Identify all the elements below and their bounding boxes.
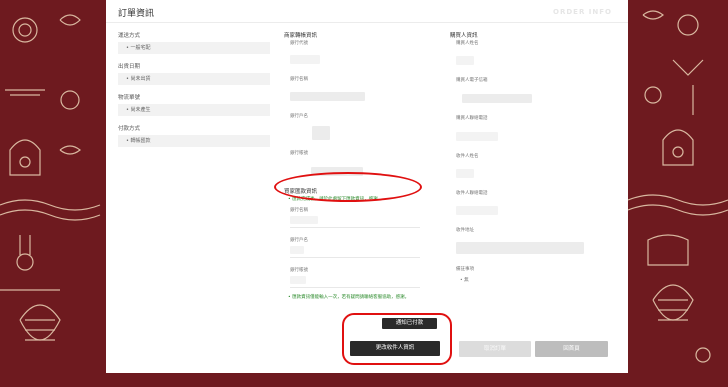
tracking-number-label: 物流單號 <box>118 95 141 101</box>
home-button[interactable]: 回首頁 <box>535 341 608 357</box>
page-title: 訂單資訊 <box>118 9 155 19</box>
remarks-value: • 無 <box>460 278 469 283</box>
merchant-account-number-label: 銀行帳號 <box>290 151 308 156</box>
buyer-bank-name-input[interactable] <box>290 216 420 228</box>
merchant-bank-title: 商家轉帳資訊 <box>284 33 318 39</box>
left-decoration <box>0 0 105 387</box>
buyer-phone-label: 購買人聯絡電話 <box>456 116 488 121</box>
buyer-name-value <box>456 56 474 65</box>
ship-date-label: 出貨日期 <box>118 64 141 70</box>
actions-highlight <box>342 313 452 365</box>
buyer-info-title: 購買人資訊 <box>450 33 478 39</box>
right-decoration <box>623 0 728 387</box>
order-info-card: 訂單資訊 ORDER INFO 運送方式 • 一般宅配 出貨日期 • 尚未出貨 … <box>106 0 628 373</box>
recipient-name-value <box>456 169 474 178</box>
title-watermark: ORDER INFO <box>553 8 612 16</box>
buyer-bank-name-label: 銀行名稱 <box>290 208 308 213</box>
buyer-email-value <box>462 94 532 103</box>
recipient-address-value <box>456 242 584 254</box>
merchant-bank-code-label: 銀行代號 <box>290 41 308 46</box>
header-divider <box>106 22 628 23</box>
payment-method-group: 付款方式 • 轉帳匯款 <box>118 125 270 147</box>
buyer-bank-highlight <box>274 172 422 202</box>
buyer-name-label: 購買人姓名 <box>456 41 479 46</box>
buyer-account-holder-input[interactable] <box>290 246 420 258</box>
merchant-account-holder-value <box>312 126 330 140</box>
merchant-bank-name-value <box>290 92 365 101</box>
buyer-email-label: 購買人電子信箱 <box>456 78 488 83</box>
recipient-address-label: 收件地址 <box>456 228 474 233</box>
remarks-label: 備註事項 <box>456 267 474 272</box>
recipient-name-label: 收件人姓名 <box>456 154 479 159</box>
buyer-account-number-label: 銀行帳號 <box>290 268 308 273</box>
tracking-number-group: 物流單號 • 尚未產生 <box>118 94 270 116</box>
shipping-column: 運送方式 • 一般宅配 出貨日期 • 尚未出貨 物流單號 • 尚未產生 付款方式… <box>118 32 270 156</box>
buyer-phone-value <box>456 132 498 141</box>
ship-date-value: • 尚未出貨 <box>118 73 270 85</box>
tracking-number-value: • 尚未產生 <box>118 104 270 116</box>
shipping-method-value: • 一般宅配 <box>118 42 270 54</box>
buyer-bank-note: • 匯款資訊僅能輸入一次，若有疑問請聯絡客服協助，感謝。 <box>288 295 410 300</box>
buyer-account-holder-label: 銀行戶名 <box>290 238 308 243</box>
buyer-account-number-input[interactable] <box>290 276 420 288</box>
buyer-column: 購買人資訊 購買人姓名 購買人電子信箱 購買人聯絡電話 收件人姓名 收件人聯絡電… <box>450 32 610 284</box>
buyer-bank-section: 買家匯款資訊 • 匯款完成後，請於此處留下匯款資訊，感謝。 銀行名稱 銀行戶名 … <box>284 188 434 301</box>
recipient-phone-label: 收件人聯絡電話 <box>456 191 488 196</box>
merchant-account-holder-label: 銀行戶名 <box>290 114 308 119</box>
merchant-bank-name-label: 銀行名稱 <box>290 77 308 82</box>
payment-method-value: • 轉帳匯款 <box>118 135 270 147</box>
shipping-method-group: 運送方式 • 一般宅配 <box>118 32 270 54</box>
merchant-bank-code-value <box>290 55 320 64</box>
cancel-order-button[interactable]: 取消訂單 <box>459 341 531 357</box>
recipient-phone-value <box>456 206 498 215</box>
payment-method-label: 付款方式 <box>118 126 141 132</box>
payment-column: 商家轉帳資訊 銀行代號 銀行名稱 銀行戶名 銀行帳號 買家匯款資訊 • 匯款完成… <box>284 32 434 301</box>
ship-date-group: 出貨日期 • 尚未出貨 <box>118 63 270 85</box>
shipping-method-label: 運送方式 <box>118 33 141 39</box>
